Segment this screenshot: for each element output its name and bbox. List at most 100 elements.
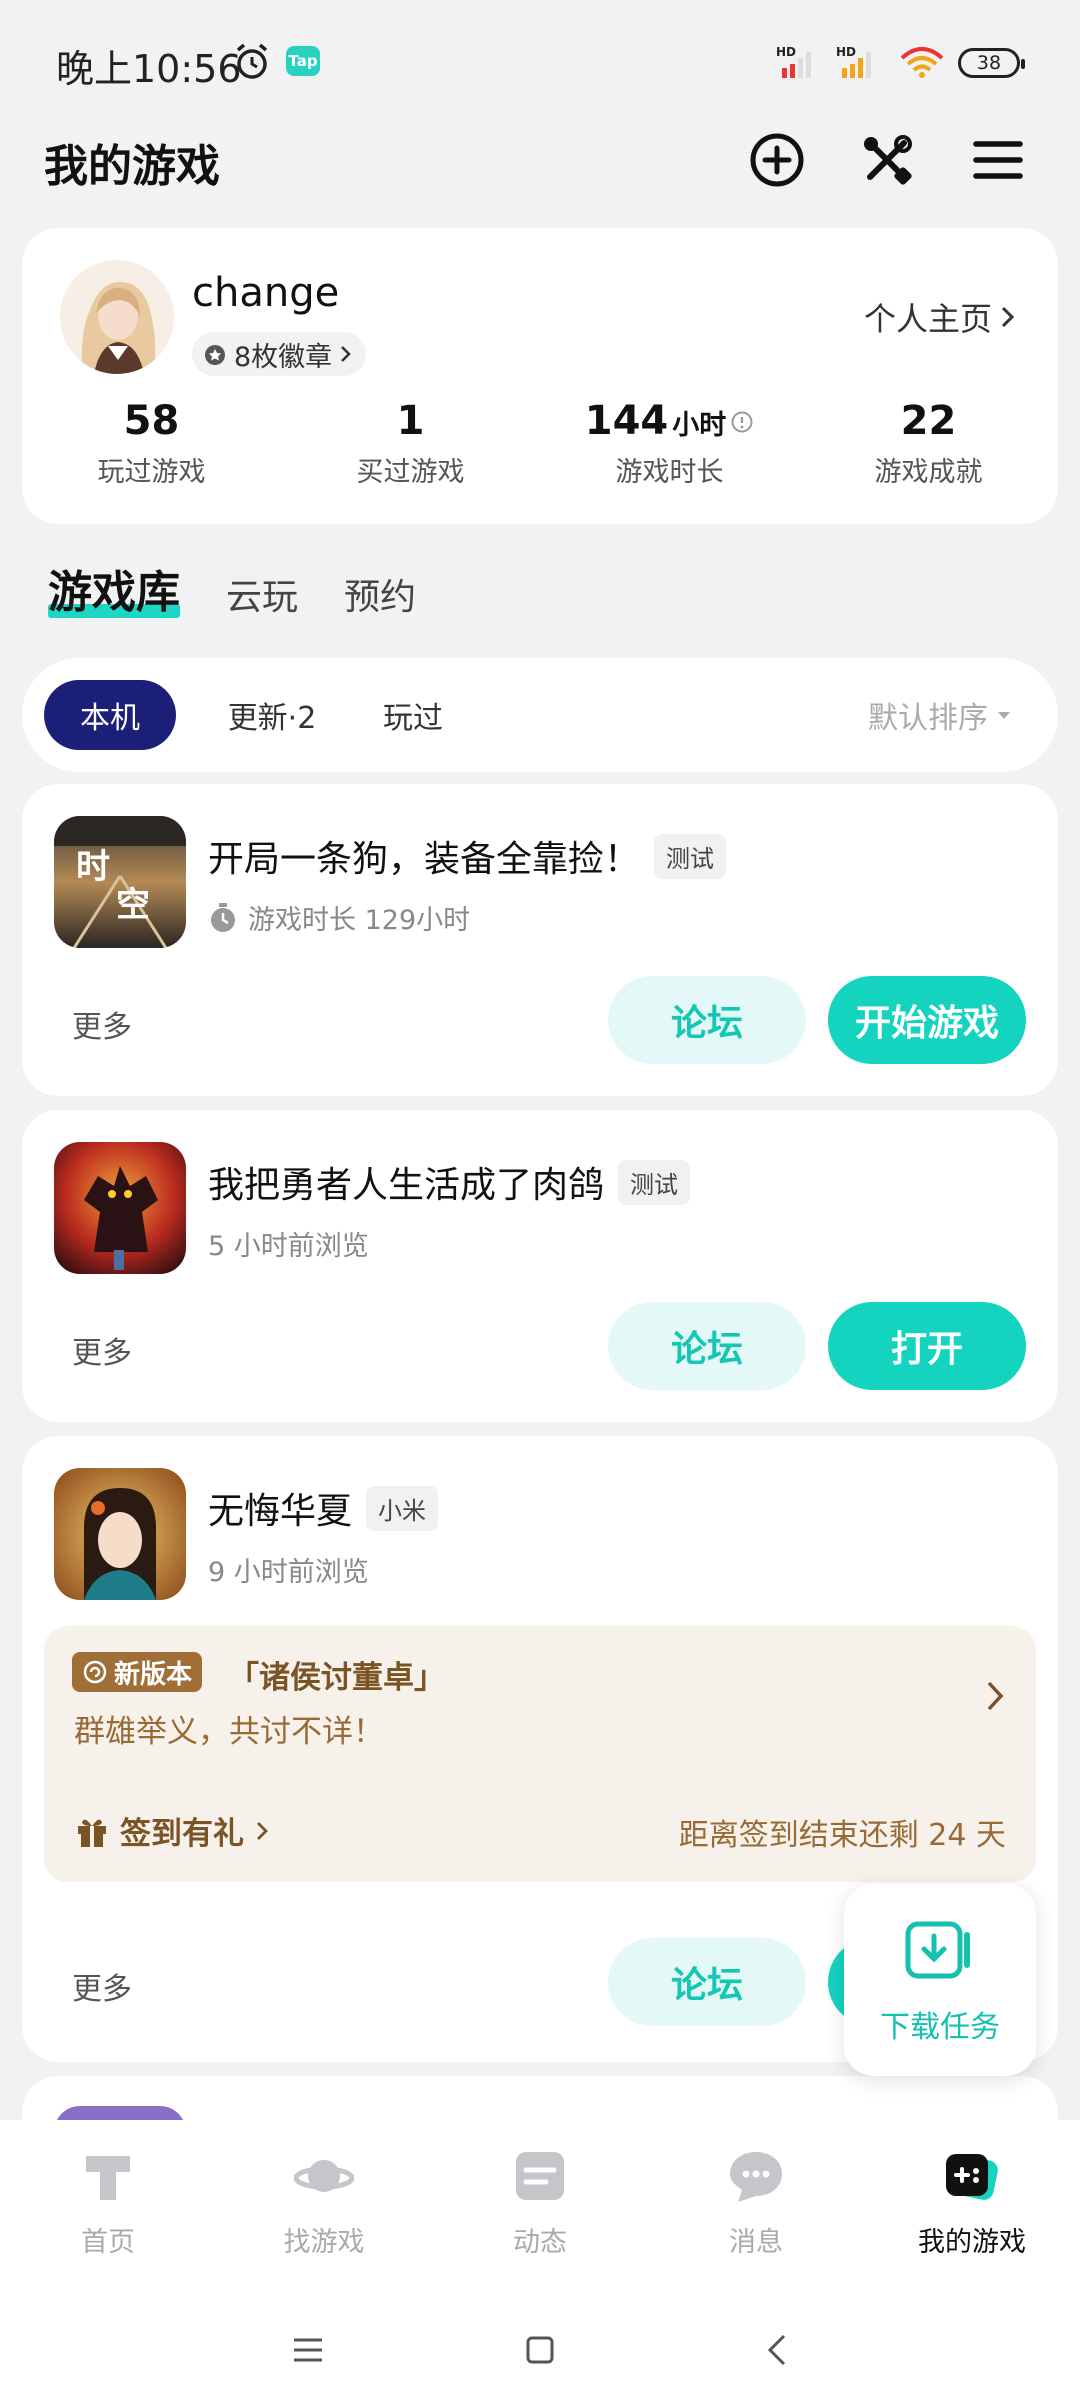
- gamepad-icon: [946, 2154, 998, 2200]
- open-game-button[interactable]: 打开: [828, 1302, 1026, 1390]
- bottom-nav: 首页 找游戏 动态 消息 我的游戏: [0, 2120, 1080, 2290]
- nav-discover[interactable]: 找游戏: [216, 2120, 432, 2290]
- forum-button[interactable]: 论坛: [608, 1938, 806, 2026]
- nav-my-games[interactable]: 我的游戏: [864, 2120, 1080, 2290]
- chevron-right-icon: [987, 1681, 1004, 1711]
- stat-playtime[interactable]: 144 小时 游戏时长: [540, 398, 799, 489]
- add-button[interactable]: [745, 128, 809, 192]
- homepage-link[interactable]: 个人主页: [864, 294, 1018, 340]
- svg-text:HD: HD: [836, 45, 856, 59]
- tools-icon: [864, 135, 912, 185]
- nav-feed[interactable]: 动态: [432, 2120, 648, 2290]
- promo-badge-label: 新版本: [114, 1659, 193, 1690]
- avatar[interactable]: [60, 260, 174, 374]
- home-icon: [86, 2156, 130, 2200]
- stat-value: 1: [396, 398, 425, 444]
- nav-label: 首页: [81, 2227, 135, 2258]
- promo-title: 「诸侯讨董卓」: [228, 1660, 445, 1696]
- system-nav-bar: [0, 2290, 1080, 2400]
- chip-played[interactable]: 玩过: [358, 680, 468, 750]
- new-version-badge: 新版本: [72, 1652, 203, 1692]
- badges-pill[interactable]: 8枚徽章: [192, 332, 367, 376]
- stopwatch-icon: [211, 902, 235, 932]
- recents-icon[interactable]: [288, 2330, 328, 2370]
- version-promo[interactable]: 新版本 「诸侯讨董卓」 群雄举义，共讨不详！ 签到有礼 距离签到结束还剩 24 …: [44, 1626, 1036, 1882]
- game-icon[interactable]: [54, 1142, 186, 1274]
- signal-icon: HD: [776, 45, 811, 78]
- tab-label: 游戏库: [48, 567, 180, 618]
- sort-dropdown[interactable]: 默认排序: [868, 680, 1012, 750]
- home-square-icon[interactable]: [520, 2330, 560, 2370]
- download-tasks-label: 下载任务: [880, 2010, 1000, 2045]
- more-button[interactable]: 更多: [72, 1328, 132, 1372]
- stat-value: 22: [900, 398, 957, 444]
- signal-icon-2: HD: [836, 45, 871, 78]
- refresh-icon: [83, 1660, 107, 1684]
- start-game-button[interactable]: 开始游戏: [828, 976, 1026, 1064]
- planet-icon: [294, 2160, 354, 2192]
- taptap-icon: Tap: [286, 46, 320, 76]
- info-icon[interactable]: [730, 410, 754, 434]
- chip-updates[interactable]: 更新·2: [202, 680, 342, 750]
- gift-icon: [78, 1819, 106, 1847]
- hamburger-icon: [973, 141, 1023, 179]
- plus-circle-icon: [750, 133, 804, 187]
- game-tag: 小米: [366, 1485, 439, 1531]
- library-tabs: 游戏库 云玩 预约: [48, 556, 416, 620]
- wifi-icon: [900, 47, 944, 78]
- chevron-right-icon: [341, 346, 351, 362]
- profile-stats: 58 玩过游戏 1 买过游戏 144 小时 游戏时长 22 游戏成就: [22, 398, 1058, 489]
- promo-description: 群雄举义，共讨不详！: [74, 1714, 384, 1750]
- nav-messages[interactable]: 消息: [648, 2120, 864, 2290]
- nav-label: 动态: [513, 2227, 567, 2258]
- game-card: 我把勇者人生活成了肉鸽 测试 5 小时前浏览 更多 论坛 打开: [22, 1110, 1058, 1422]
- game-title: 无悔华夏: [208, 1491, 353, 1532]
- game-icon[interactable]: 时 空: [54, 816, 186, 948]
- stat-bought[interactable]: 1 买过游戏: [281, 398, 540, 489]
- stat-label: 游戏时长: [615, 457, 724, 488]
- chevron-right-icon: [1001, 306, 1015, 328]
- tab-reservations[interactable]: 预约: [344, 568, 416, 620]
- game-subtitle: 9 小时前浏览: [208, 1557, 369, 1588]
- badges-label: 8枚徽章: [234, 341, 333, 373]
- tab-library[interactable]: 游戏库: [48, 556, 180, 620]
- game-title-row[interactable]: 我把勇者人生活成了肉鸽 测试: [208, 1156, 691, 1208]
- stat-achievements[interactable]: 22 游戏成就: [799, 398, 1058, 489]
- checkin-reward-link[interactable]: 签到有礼: [74, 1808, 270, 1853]
- game-subtitle: 游戏时长 129小时: [208, 898, 470, 937]
- feed-icon: [516, 2152, 564, 2200]
- stat-played[interactable]: 58 玩过游戏: [22, 398, 281, 489]
- filter-bar: 本机 更新·2 玩过 默认排序: [22, 658, 1058, 772]
- tab-cloud[interactable]: 云玩: [226, 568, 298, 620]
- page-title: 我的游戏: [44, 141, 220, 192]
- game-tag: 测试: [654, 833, 727, 879]
- status-time: 晚上10:56: [56, 47, 242, 91]
- game-title-row[interactable]: 无悔华夏 小米: [208, 1482, 439, 1534]
- svg-text:HD: HD: [776, 45, 796, 59]
- more-button[interactable]: 更多: [72, 1964, 132, 2008]
- game-title: 我把勇者人生活成了肉鸽: [208, 1165, 605, 1206]
- checkin-label: 签到有礼: [120, 1816, 244, 1852]
- forum-button[interactable]: 论坛: [608, 976, 806, 1064]
- alarm-icon: [236, 43, 268, 79]
- chip-local[interactable]: 本机: [44, 680, 176, 750]
- download-icon: [905, 1921, 970, 1979]
- status-bar: 晚上10:56 Tap HD HD 38: [0, 0, 1080, 120]
- back-icon[interactable]: [758, 2330, 798, 2370]
- medal-icon: [205, 345, 225, 365]
- menu-button[interactable]: [966, 128, 1030, 192]
- download-tasks-button[interactable]: 下载任务: [844, 1884, 1036, 2076]
- game-title-row[interactable]: 开局一条狗，装备全靠捡！ 测试: [208, 830, 727, 882]
- nav-home[interactable]: 首页: [0, 2120, 216, 2290]
- stat-label: 买过游戏: [356, 457, 465, 488]
- forum-button[interactable]: 论坛: [608, 1302, 806, 1390]
- game-icon[interactable]: [54, 1468, 186, 1600]
- nav-label: 我的游戏: [918, 2227, 1026, 2258]
- stat-label: 玩过游戏: [97, 457, 206, 488]
- username: change: [192, 270, 340, 316]
- chevron-right-icon: [257, 1821, 268, 1840]
- more-button[interactable]: 更多: [72, 1002, 132, 1046]
- game-icon-text: 时: [76, 847, 110, 887]
- tools-button[interactable]: [855, 128, 919, 192]
- checkin-remaining: 距离签到结束还剩 24 天: [678, 1818, 1006, 1853]
